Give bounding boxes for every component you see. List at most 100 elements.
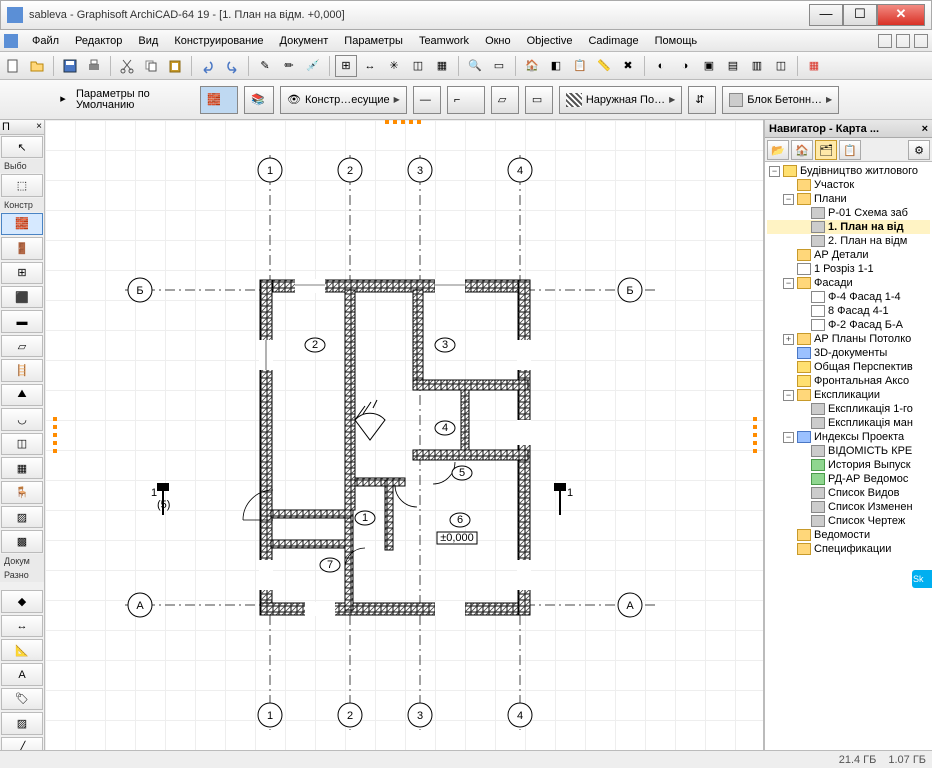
tree-toggle-icon[interactable]: − xyxy=(783,278,794,289)
menu-редактор[interactable]: Редактор xyxy=(67,32,130,50)
tree-item[interactable]: Ведомости xyxy=(767,528,930,542)
nav-tab-layout[interactable]: 🗂 xyxy=(815,140,837,160)
arrow-tool[interactable]: ↖ xyxy=(1,136,43,158)
wall-tool[interactable]: 🧱 xyxy=(1,213,43,235)
tree-item[interactable]: 3D-документы xyxy=(767,346,930,360)
tree-item[interactable]: −Фасади xyxy=(767,276,930,290)
ruler-icon[interactable]: 📏 xyxy=(593,55,615,77)
tree-item[interactable]: +АР Планы Потолко xyxy=(767,332,930,346)
layers-icon[interactable]: 📋 xyxy=(569,55,591,77)
geom4-button[interactable]: ▭ xyxy=(525,86,553,114)
save-icon[interactable] xyxy=(59,55,81,77)
menu-вид[interactable]: Вид xyxy=(130,32,166,50)
label-tool[interactable]: 🏷 xyxy=(1,688,43,710)
navigator-tree[interactable]: −Будівництво житловогоУчасток−ПланиР-01 … xyxy=(765,162,932,760)
tree-item[interactable]: Р-01 Схема заб xyxy=(767,206,930,220)
material-dropdown[interactable]: Блок Бетонн… ▶ xyxy=(722,86,839,114)
menu-cadimage[interactable]: Cadimage xyxy=(580,32,646,50)
height-button[interactable]: ⇵ xyxy=(688,86,716,114)
tree-item[interactable]: −Експликации xyxy=(767,388,930,402)
tree-item[interactable]: Общая Перспектив xyxy=(767,360,930,374)
measure-icon[interactable]: ⊞ xyxy=(335,55,357,77)
redo-icon[interactable] xyxy=(221,55,243,77)
menu-teamwork[interactable]: Teamwork xyxy=(411,32,477,50)
tree-item[interactable]: Фронтальная Аксо xyxy=(767,374,930,388)
tree-item[interactable]: 2. План на відм xyxy=(767,234,930,248)
navigator-close-icon[interactable]: × xyxy=(922,123,928,135)
geom1-button[interactable]: — xyxy=(413,86,441,114)
layer-stack-button[interactable]: 📚 xyxy=(244,86,274,114)
extra5-icon[interactable]: ▥ xyxy=(746,55,768,77)
zone-tool[interactable]: ▨ xyxy=(1,506,43,528)
tree-item[interactable]: Список Изменен xyxy=(767,500,930,514)
tree-item[interactable]: АР Детали xyxy=(767,248,930,262)
dimension-tool[interactable]: ↔ xyxy=(1,615,43,637)
stair-tool[interactable]: 🪜 xyxy=(1,359,43,381)
text-tool[interactable]: A xyxy=(1,663,43,685)
copy-icon[interactable] xyxy=(140,55,162,77)
mdi-close-icon[interactable] xyxy=(914,34,928,48)
wall-mode-button[interactable]: 🧱 xyxy=(200,86,238,114)
mdi-minimize-icon[interactable] xyxy=(878,34,892,48)
zoom-icon[interactable]: 🔍 xyxy=(464,55,486,77)
tree-item[interactable]: Список Видов xyxy=(767,486,930,500)
tree-item[interactable]: 1 Розріз 1-1 xyxy=(767,262,930,276)
column-tool[interactable]: ⬛ xyxy=(1,286,43,308)
tree-item[interactable]: Експликація 1-го xyxy=(767,402,930,416)
layer-dropdown[interactable]: 👁 Констр…есущие ▶ xyxy=(280,86,407,114)
beam-tool[interactable]: ▬ xyxy=(1,310,43,332)
menu-конструирование[interactable]: Конструирование xyxy=(166,32,271,50)
skylight-tool[interactable]: ◫ xyxy=(1,433,43,455)
menu-помощь[interactable]: Помощь xyxy=(647,32,706,50)
menu-документ[interactable]: Документ xyxy=(272,32,337,50)
tree-item[interactable]: −Плани xyxy=(767,192,930,206)
undo-icon[interactable] xyxy=(197,55,219,77)
curtain-tool[interactable]: ▦ xyxy=(1,457,43,479)
cut-icon[interactable] xyxy=(116,55,138,77)
geom3-button[interactable]: ▱ xyxy=(491,86,519,114)
extra6-icon[interactable]: ◫ xyxy=(770,55,792,77)
open-file-icon[interactable] xyxy=(26,55,48,77)
tree-item[interactable]: Спецификации xyxy=(767,542,930,556)
dim4-icon[interactable]: ▦ xyxy=(431,55,453,77)
tree-item[interactable]: Ф-2 Фасад Б-А xyxy=(767,318,930,332)
extra1-icon[interactable]: ◐ xyxy=(650,55,672,77)
dim2-icon[interactable]: ✳ xyxy=(383,55,405,77)
snap-icon[interactable]: ✖ xyxy=(617,55,639,77)
skype-badge[interactable]: Sk xyxy=(912,570,932,588)
tree-item[interactable]: История Выпуск xyxy=(767,458,930,472)
tree-item[interactable]: Список Чертеж xyxy=(767,514,930,528)
nav-tab-options[interactable]: ⚙ xyxy=(908,140,930,160)
marquee-tool[interactable]: ⬚ xyxy=(1,174,43,196)
dim1-icon[interactable]: ↔ xyxy=(359,55,381,77)
tree-item[interactable]: 8 Фасад 4-1 xyxy=(767,304,930,318)
view3d-icon[interactable]: 🏠 xyxy=(521,55,543,77)
tree-item[interactable]: Ф-4 Фасад 1-4 xyxy=(767,290,930,304)
tree-toggle-icon[interactable]: + xyxy=(783,334,794,345)
menu-параметры[interactable]: Параметры xyxy=(336,32,411,50)
wall-type-dropdown[interactable]: Наружная По… ▶ xyxy=(559,86,682,114)
extra2-icon[interactable]: ◑ xyxy=(674,55,696,77)
drawing-canvas[interactable]: 1234 1234 Б Б А А xyxy=(45,120,764,760)
object-tool[interactable]: 🪑 xyxy=(1,481,43,503)
slab-tool[interactable]: ▱ xyxy=(1,335,43,357)
tree-toggle-icon[interactable]: − xyxy=(783,432,794,443)
maximize-button[interactable]: ☐ xyxy=(843,4,877,26)
menu-окно[interactable]: Окно xyxy=(477,32,519,50)
morph-tool[interactable]: ◆ xyxy=(1,590,43,612)
roof-tool[interactable]: ⛰ xyxy=(1,384,43,406)
print-icon[interactable] xyxy=(83,55,105,77)
tree-item[interactable]: Експликація ман xyxy=(767,416,930,430)
window-tool[interactable]: ⊞ xyxy=(1,262,43,284)
nav-tab-publisher[interactable]: 📋 xyxy=(839,140,861,160)
minimize-button[interactable]: — xyxy=(809,4,843,26)
tree-toggle-icon[interactable]: − xyxy=(783,194,794,205)
paste-icon[interactable] xyxy=(164,55,186,77)
wand-icon[interactable]: ✎ xyxy=(254,55,276,77)
mdi-restore-icon[interactable] xyxy=(896,34,910,48)
fill-tool[interactable]: ▨ xyxy=(1,712,43,734)
level-tool[interactable]: 📐 xyxy=(1,639,43,661)
nav-tab-view[interactable]: 🏠 xyxy=(791,140,813,160)
dim3-icon[interactable]: ◫ xyxy=(407,55,429,77)
shell-tool[interactable]: ◡ xyxy=(1,408,43,430)
